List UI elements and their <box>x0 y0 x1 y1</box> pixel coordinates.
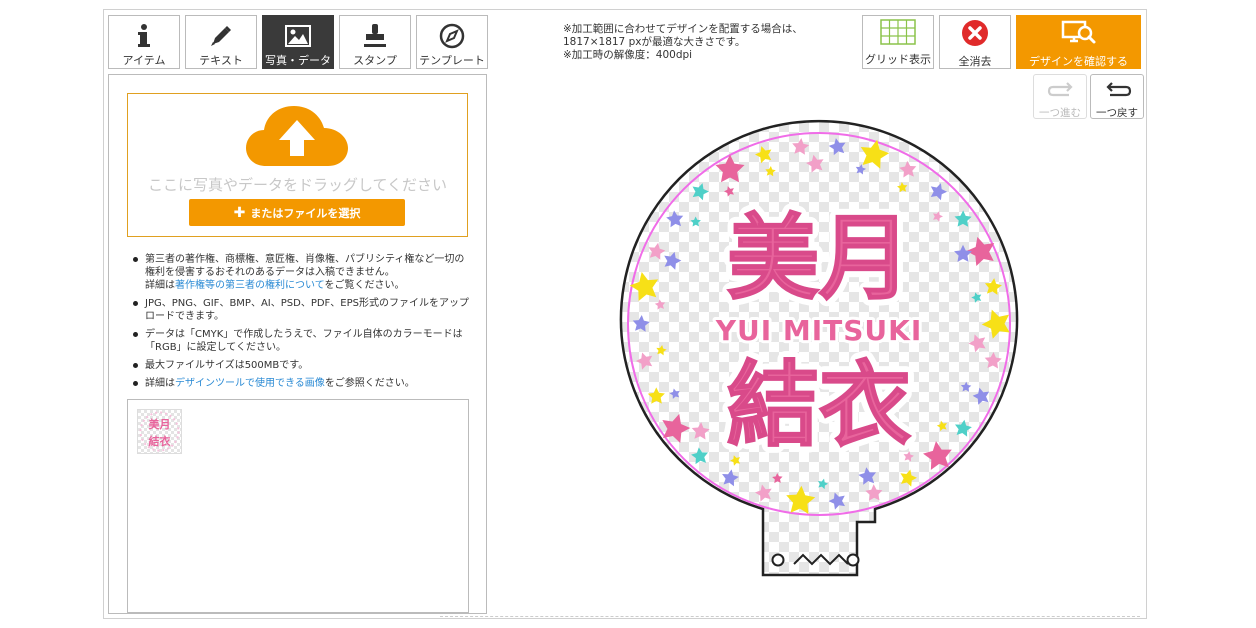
close-icon <box>962 20 988 46</box>
note-color-mode: データは「CMYK」で作成したうえで、ファイル自体のカラーモードは「RGB」に設… <box>129 328 474 354</box>
compass-icon <box>439 23 465 49</box>
tab-photo-data[interactable]: 写真・データ <box>262 15 334 69</box>
monitor-search-icon <box>1061 20 1095 44</box>
tab-template[interactable]: テンプレート <box>416 15 488 69</box>
clear-all-button[interactable]: 全消去 <box>939 15 1011 69</box>
canvas-bottom-guide <box>440 616 1140 617</box>
print-info: ※加工範囲に合わせてデザインを配置する場合は、 1817×1817 pxが最適な… <box>563 23 803 61</box>
tab-label: アイテム <box>122 54 166 67</box>
plus-icon: ✚ <box>233 204 246 221</box>
undo-icon <box>1106 82 1132 97</box>
cloud-upload-icon <box>246 106 348 166</box>
design-middle-text-fill: YUI MITSUKI <box>715 314 923 347</box>
note-formats: JPG、PNG、GIF、BMP、AI、PSD、PDF、EPS形式のファイルをアッ… <box>129 297 474 323</box>
usable-images-link[interactable]: デザインツールで使用できる画像 <box>175 378 325 389</box>
tab-label: スタンプ <box>353 54 397 67</box>
pen-icon <box>211 26 231 46</box>
design-top-text-fill: 美月 <box>727 205 911 312</box>
tab-item[interactable]: アイテム <box>108 15 180 69</box>
choose-file-label: またはファイルを選択 <box>250 206 361 220</box>
photo-data-panel: ここに写真やデータをドラッグしてください ✚ またはファイルを選択 第三者の著作… <box>108 74 487 614</box>
note-details: 詳細はデザインツールで使用できる画像をご参照ください。 <box>129 377 474 390</box>
tab-label: テキスト <box>199 54 243 67</box>
design-tool: アイテム テキスト 写真・データ スタンプ テンプレート ここに写真やデータをド… <box>103 9 1147 619</box>
grid-toggle-button[interactable]: グリッド表示 <box>862 15 934 69</box>
uploaded-images-area: 美月 結衣 <box>127 399 469 613</box>
choose-file-button[interactable]: ✚ またはファイルを選択 <box>189 199 405 226</box>
confirm-design-button[interactable]: デザインを確認する <box>1016 15 1141 69</box>
tab-text[interactable]: テキスト <box>185 15 257 69</box>
tab-stamp[interactable]: スタンプ <box>339 15 411 69</box>
upload-drop-zone[interactable]: ここに写真やデータをドラッグしてください ✚ またはファイルを選択 <box>127 93 468 237</box>
image-icon <box>285 25 311 47</box>
svg-text:結衣: 結衣 <box>149 434 172 448</box>
design-canvas[interactable]: 美月 美月 YUI MITSUKI YUI MITSUKI 結衣 結衣 <box>609 112 1029 592</box>
upload-notes: 第三者の著作権、商標権、意匠権、肖像権、パブリシティ権など一切の権利を侵害するお… <box>129 253 474 395</box>
design-bottom-text-fill: 結衣 <box>727 352 911 459</box>
rights-link[interactable]: 著作権等の第三者の権利について <box>175 280 325 291</box>
undo-button[interactable]: 一つ戻す <box>1090 74 1144 119</box>
tab-label: テンプレート <box>419 54 485 67</box>
info-icon <box>138 24 150 47</box>
grid-icon <box>880 19 916 45</box>
note-max-size: 最大ファイルサイズは500MBです。 <box>129 359 474 372</box>
stamp-icon <box>364 24 386 47</box>
uploaded-image-thumbnail[interactable]: 美月 結衣 <box>137 409 182 454</box>
redo-button[interactable]: 一つ進む <box>1033 74 1087 119</box>
design-text-group: 美月 美月 YUI MITSUKI YUI MITSUKI 結衣 結衣 <box>712 198 925 466</box>
svg-text:美月: 美月 <box>149 417 171 431</box>
drop-hint: ここに写真やデータをドラッグしてください <box>147 176 448 194</box>
item-shape <box>619 119 1019 577</box>
redo-icon <box>1047 82 1073 97</box>
tab-label: 写真・データ <box>265 54 331 67</box>
note-rights: 第三者の著作権、商標権、意匠権、肖像権、パブリシティ権など一切の権利を侵害するお… <box>129 253 474 292</box>
